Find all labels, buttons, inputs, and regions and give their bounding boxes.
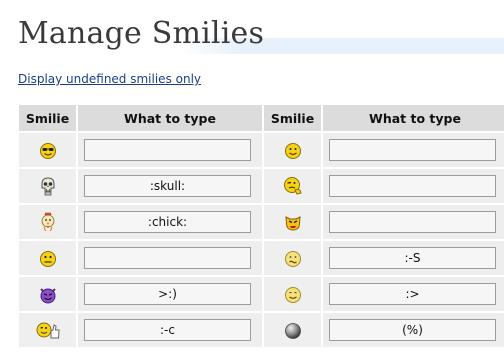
chick-smilie-icon xyxy=(41,212,54,232)
worried-smilie-icon xyxy=(39,250,56,267)
smilie-cell xyxy=(19,169,76,203)
smilie-cell xyxy=(264,313,321,347)
code-cell: :> xyxy=(323,277,504,311)
smilie-code-input[interactable] xyxy=(329,211,496,233)
cool-smilie-icon xyxy=(39,142,56,159)
thumbs-up-smilie-icon xyxy=(36,322,60,339)
title-decoration xyxy=(180,38,504,54)
smilie-cell xyxy=(264,241,321,275)
angry-cat-smilie-icon xyxy=(284,215,301,231)
smilie-cell xyxy=(264,133,321,167)
code-cell: :chick: xyxy=(78,205,262,239)
code-column-header: What to type xyxy=(323,105,504,131)
smilie-code-input[interactable]: >:) xyxy=(84,283,251,305)
smilie-cell xyxy=(19,313,76,347)
devil-smilie-icon xyxy=(39,288,56,304)
smilie-cell xyxy=(19,277,76,311)
table-row: :-c (%) xyxy=(19,313,504,347)
smilie-cell xyxy=(19,133,76,167)
smilie-cell xyxy=(19,241,76,275)
table-row xyxy=(19,133,504,167)
table-row: :chick: xyxy=(19,205,504,239)
code-cell xyxy=(78,133,262,167)
grin-smilie-icon xyxy=(284,286,301,303)
code-cell xyxy=(323,169,504,203)
smilie-code-input[interactable]: :-c xyxy=(84,319,251,341)
smile-smilie-icon xyxy=(284,142,301,159)
smilie-cell xyxy=(264,205,321,239)
smilie-code-input[interactable] xyxy=(84,247,251,269)
table-header-row: Smilie What to type Smilie What to type xyxy=(19,105,504,131)
smilie-cell xyxy=(264,169,321,203)
smilie-code-input[interactable] xyxy=(329,175,496,197)
code-cell: >:) xyxy=(78,277,262,311)
code-cell xyxy=(323,133,504,167)
skull-smilie-icon xyxy=(41,177,54,196)
smilie-code-input[interactable]: :-S xyxy=(329,247,496,269)
code-cell: :skull: xyxy=(78,169,262,203)
code-cell: (%) xyxy=(323,313,504,347)
table-row: :skull: xyxy=(19,169,504,203)
peek-smilie-icon xyxy=(283,177,302,195)
display-undefined-smilies-link[interactable]: Display undefined smilies only xyxy=(18,72,201,86)
confused-smilie-icon xyxy=(284,250,301,267)
table-row: >:) :> xyxy=(19,277,504,311)
page-title: Manage Smilies xyxy=(18,16,265,51)
smilie-cell xyxy=(264,277,321,311)
code-cell xyxy=(78,241,262,275)
smilie-code-input[interactable]: :chick: xyxy=(84,211,251,233)
smilie-column-header: Smilie xyxy=(19,105,76,131)
smilies-table: Smilie What to type Smilie What to type xyxy=(17,103,504,349)
gray-ball-icon xyxy=(284,322,301,339)
smilie-code-input[interactable]: :> xyxy=(329,283,496,305)
code-column-header: What to type xyxy=(78,105,262,131)
title-bar: Manage Smilies xyxy=(10,16,504,58)
code-cell xyxy=(323,205,504,239)
code-cell: :-S xyxy=(323,241,504,275)
smilie-code-input[interactable]: (%) xyxy=(329,319,496,341)
smilie-code-input[interactable]: :skull: xyxy=(84,175,251,197)
smilie-code-input[interactable] xyxy=(329,139,496,161)
code-cell: :-c xyxy=(78,313,262,347)
smilie-cell xyxy=(19,205,76,239)
smilie-column-header: Smilie xyxy=(264,105,321,131)
smilie-code-input[interactable] xyxy=(84,139,251,161)
table-row: :-S xyxy=(19,241,504,275)
